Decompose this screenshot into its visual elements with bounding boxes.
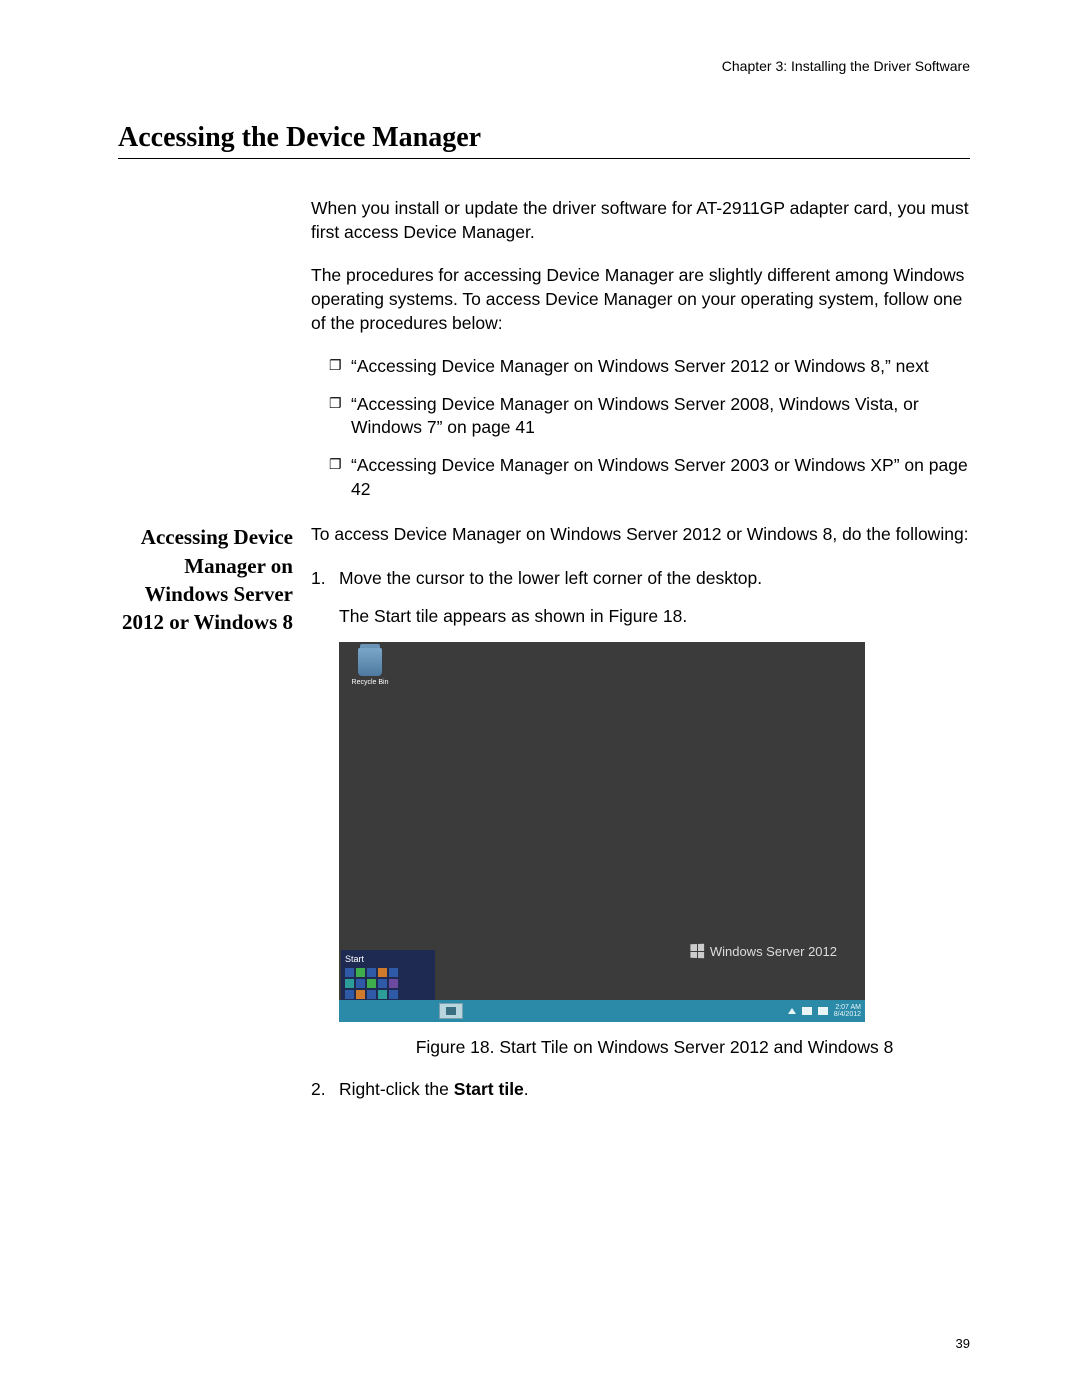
intro-paragraph-2: The procedures for accessing Device Mana…: [311, 264, 970, 335]
tray-flag-icon: [802, 1007, 812, 1015]
tray-arrow-icon: [788, 1008, 796, 1014]
screenshot-desktop: Recycle Bin Windows Server 2012 Start: [339, 642, 865, 1022]
page-number: 39: [956, 1336, 970, 1351]
procedure-list: “Accessing Device Manager on Windows Ser…: [311, 355, 970, 501]
recycle-bin-label: Recycle Bin: [347, 678, 393, 687]
start-label: Start: [345, 953, 431, 965]
start-tile: Start: [341, 950, 435, 1000]
tray-network-icon: [818, 1007, 828, 1015]
step2-suffix: .: [524, 1079, 529, 1099]
trash-icon: [358, 648, 382, 676]
tile-grid-icon: [345, 968, 431, 999]
step-text: Right-click the Start tile.: [339, 1078, 970, 1102]
page-title: Accessing the Device Manager: [118, 122, 970, 159]
taskbar-clock: 2:07 AM 8/4/2012: [834, 1004, 861, 1018]
section-heading: Accessing Device Manager on Windows Serv…: [118, 523, 293, 636]
step-result: The Start tile appears as shown in Figur…: [339, 605, 970, 629]
taskbar-button-icon: [439, 1003, 463, 1019]
brand-text: Windows Server 2012: [710, 943, 837, 961]
clock-date: 8/4/2012: [834, 1011, 861, 1018]
figure-caption: Figure 18. Start Tile on Windows Server …: [339, 1036, 970, 1060]
windows-logo-icon: [690, 944, 704, 959]
recycle-bin-icon: Recycle Bin: [347, 648, 393, 687]
step-text: Move the cursor to the lower left corner…: [339, 567, 970, 591]
step-marker: 1.: [311, 567, 339, 591]
intro-paragraph-1: When you install or update the driver so…: [311, 197, 970, 244]
step2-prefix: Right-click the: [339, 1079, 454, 1099]
clock-time: 2:07 AM: [834, 1004, 861, 1011]
step-1: 1. Move the cursor to the lower left cor…: [311, 567, 970, 591]
section-intro: To access Device Manager on Windows Serv…: [311, 523, 970, 547]
windows-brand: Windows Server 2012: [690, 943, 837, 961]
chapter-header: Chapter 3: Installing the Driver Softwar…: [118, 58, 970, 74]
taskbar: 2:07 AM 8/4/2012: [339, 1000, 865, 1022]
step-marker: 2.: [311, 1078, 339, 1102]
list-item: “Accessing Device Manager on Windows Ser…: [329, 393, 970, 440]
list-item: “Accessing Device Manager on Windows Ser…: [329, 454, 970, 501]
step-2: 2. Right-click the Start tile.: [311, 1078, 970, 1102]
list-item: “Accessing Device Manager on Windows Ser…: [329, 355, 970, 379]
step2-bold: Start tile: [454, 1079, 524, 1099]
figure-18: Recycle Bin Windows Server 2012 Start: [339, 642, 970, 1060]
